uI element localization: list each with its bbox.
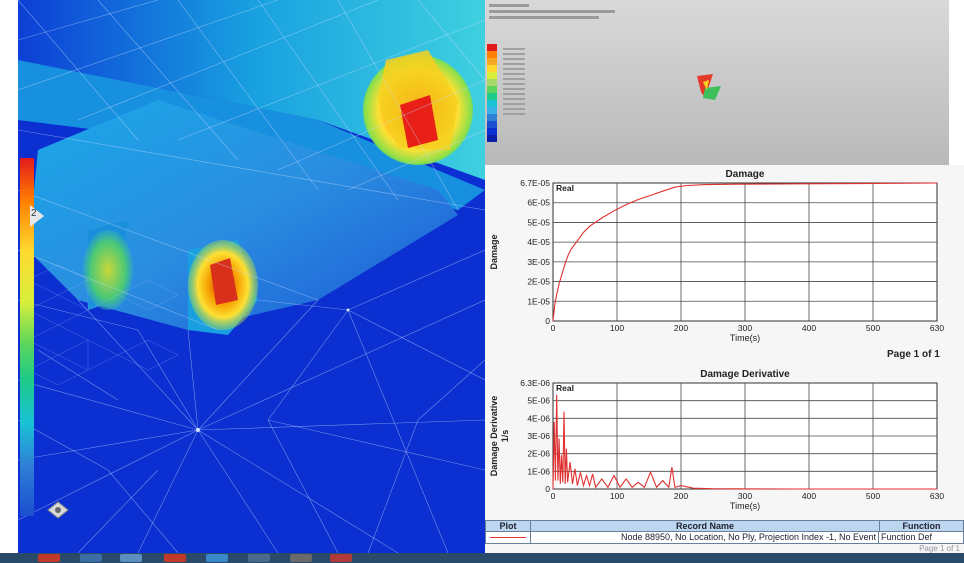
thumbnail-legend-swatch: [487, 114, 497, 121]
derivative-x-tick-label: 0: [551, 491, 556, 501]
thumbnail-legend-label: [503, 93, 525, 95]
damage-y-tick-label: 3E-05: [527, 257, 550, 267]
thumbnail-legend-swatch: [487, 121, 497, 128]
thumbnail-legend-label: [503, 73, 525, 75]
thumbnail-legend-label: [503, 53, 525, 55]
thumbnail-legend-swatch: [487, 44, 497, 51]
taskbar[interactable]: [0, 553, 964, 563]
damage-y-tick-label: 6.7E-05: [520, 178, 550, 188]
derivative-y-tick-label: 4E-06: [527, 413, 550, 423]
thumbnail-legend-swatch: [487, 93, 497, 100]
table-row[interactable]: Node 88950, No Location, No Ply, Project…: [485, 532, 964, 544]
thumbnail-legend-swatch: [487, 51, 497, 58]
damage-legend-label: Real: [556, 183, 574, 193]
thumbnail-legend-label: [503, 113, 525, 115]
damage-x-tick-label: 0: [551, 323, 556, 333]
thumbnail-legend-swatch: [487, 58, 497, 65]
derivative-x-tick-label: 500: [866, 491, 880, 501]
derivative-x-tick-label: 200: [674, 491, 688, 501]
taskbar-start-icon[interactable]: [38, 554, 60, 562]
thumbnail-legend-label: [503, 63, 525, 65]
derivative-y-tick-label: 1E-06: [527, 466, 550, 476]
damage-y-tick-label: 4E-05: [527, 237, 550, 247]
thumbnail-legend-label: [503, 88, 525, 90]
thumbnail-legend-label: [503, 83, 525, 85]
record-table[interactable]: Plot Record Name Function Node 88950, No…: [485, 520, 964, 554]
node-id-text: 2: [31, 208, 37, 219]
thumbnail-legend-label: [503, 98, 525, 100]
taskbar-app-icon-6[interactable]: [290, 554, 312, 562]
thumbnail-legend-label: [503, 78, 525, 80]
damage-y-tick-label: 1E-05: [527, 296, 550, 306]
damage-x-tick-label: 100: [610, 323, 624, 333]
thumbnail-legend-swatch: [487, 79, 497, 86]
thumbnail-legend: [487, 44, 501, 142]
damage-x-tick-label: 630: [930, 323, 944, 333]
thumbnail-legend-label: [503, 103, 525, 105]
damage-x-axis-label: Time(s): [730, 333, 760, 343]
thumbnail-view[interactable]: [485, 0, 949, 165]
thumbnail-legend-swatch: [487, 72, 497, 79]
thumbnail-header-text: [489, 4, 619, 19]
derivative-x-tick-label: 400: [802, 491, 816, 501]
derivative-chart-title: Damage Derivative: [700, 369, 790, 380]
damage-x-tick-label: 400: [802, 323, 816, 333]
table-cell-record: Node 88950, No Location, No Ply, Project…: [531, 532, 879, 543]
derivative-y-tick-label: 2E-06: [527, 449, 550, 459]
derivative-x-axis-label: Time(s): [730, 501, 760, 511]
thumbnail-model-icon[interactable]: [693, 72, 723, 102]
derivative-y-axis-label: Damage Derivative: [489, 396, 499, 477]
table-header-function: Function: [902, 521, 941, 531]
table-cell-plot-swatch: [486, 532, 531, 543]
damage-y-axis-label: Damage: [489, 234, 499, 269]
thumbnail-legend-swatch: [487, 135, 497, 142]
damage-x-tick-label: 300: [738, 323, 752, 333]
table-header-row: Plot Record Name Function: [485, 520, 964, 532]
taskbar-app-icon-3[interactable]: [164, 554, 186, 562]
thumbnail-legend-label: [503, 68, 525, 70]
taskbar-app-icon-5[interactable]: [248, 554, 270, 562]
thumbnail-legend-swatch: [487, 65, 497, 72]
table-header-plot: Plot: [486, 521, 531, 531]
charts-canvas[interactable]: Damage 0 1E-05 2E-05 3E-05 4E-05 5E-05 6E-05 6.7…: [485, 165, 964, 520]
derivative-x-tick-label: 630: [930, 491, 944, 501]
damage-x-tick-label: 200: [674, 323, 688, 333]
taskbar-app-icon-7[interactable]: [330, 554, 352, 562]
damage-y-tick-label: 5E-05: [527, 217, 550, 227]
derivative-x-tick-label: 100: [610, 491, 624, 501]
table-header-record: Record Name: [531, 521, 880, 531]
thumbnail-legend-swatch: [487, 107, 497, 114]
damage-x-tick-label: 500: [866, 323, 880, 333]
thumbnail-legend-label: [503, 48, 525, 50]
taskbar-app-icon-4[interactable]: [206, 554, 228, 562]
derivative-y-tick-label: 6.3E-06: [520, 378, 550, 388]
derivative-y-tick-label: 0: [545, 484, 550, 494]
fem-viewport[interactable]: [18, 0, 485, 553]
thumbnail-legend-labels: [503, 46, 539, 118]
derivative-y-axis-unit: 1/s: [500, 430, 510, 443]
mesh-render[interactable]: [18, 0, 485, 553]
taskbar-app-icon-2[interactable]: [120, 554, 142, 562]
damage-chart-title: Damage: [726, 169, 765, 180]
derivative-y-tick-label: 5E-06: [527, 396, 550, 406]
thumbnail-legend-label: [503, 58, 525, 60]
damage-y-tick-label: 2E-05: [527, 277, 550, 287]
derivative-legend-label: Real: [556, 383, 574, 393]
graph-area[interactable]: Damage 0 1E-05 2E-05 3E-05 4E-05 5E-05 6E-05 6.7…: [485, 165, 964, 563]
thumbnail-legend-label: [503, 108, 525, 110]
page-indicator: Page 1 of 1: [887, 349, 940, 360]
thumbnail-legend-swatch: [487, 128, 497, 135]
damage-y-tick-label: 6E-05: [527, 198, 550, 208]
damage-y-tick-label: 0: [545, 316, 550, 326]
taskbar-app-icon-1[interactable]: [80, 554, 102, 562]
derivative-y-tick-label: 3E-06: [527, 431, 550, 441]
table-cell-function: Function Def: [881, 532, 933, 542]
derivative-x-tick-label: 300: [738, 491, 752, 501]
table-partial-footer: Page 1 of 1: [919, 544, 960, 553]
thumbnail-legend-swatch: [487, 100, 497, 107]
thumbnail-legend-swatch: [487, 86, 497, 93]
